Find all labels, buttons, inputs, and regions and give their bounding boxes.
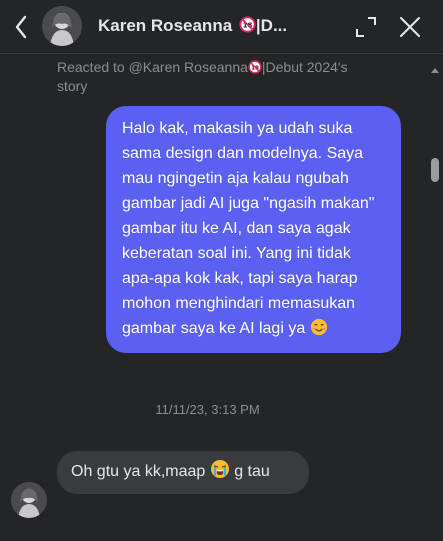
expand-button[interactable] bbox=[353, 14, 379, 40]
message-thread[interactable]: Reacted to @Karen Roseanna 18 |Debut 202… bbox=[0, 54, 443, 541]
message-timestamp: 11/11/23, 3:13 PM bbox=[155, 402, 260, 417]
reaction-note-prefix: Reacted to @Karen Roseanna bbox=[57, 59, 248, 75]
incoming-message-text-part1: Oh gtu ya kk,maap bbox=[71, 463, 206, 480]
contact-name[interactable]: Karen Roseanna 18 |D... bbox=[98, 16, 318, 36]
story-reaction-note: Reacted to @Karen Roseanna 18 |Debut 202… bbox=[57, 58, 377, 96]
sender-avatar[interactable] bbox=[11, 482, 47, 518]
contact-avatar[interactable] bbox=[42, 6, 82, 46]
no-under-18-icon: 18 bbox=[239, 16, 256, 33]
chat-header: Karen Roseanna 18 |D... bbox=[0, 0, 443, 54]
scrollbar-thumb[interactable] bbox=[431, 158, 439, 182]
close-button[interactable] bbox=[397, 14, 423, 40]
chevron-left-icon bbox=[15, 15, 27, 39]
outgoing-message-bubble[interactable]: Halo kak, makasih ya udah suka sama desi… bbox=[106, 106, 401, 353]
incoming-message-text-part2: g tau bbox=[234, 463, 270, 480]
no-under-18-icon: 18 bbox=[248, 60, 262, 74]
back-button[interactable] bbox=[8, 12, 34, 42]
crying-face-icon bbox=[210, 460, 229, 478]
incoming-message-bubble[interactable]: Oh gtu ya kk,maap g tau bbox=[57, 451, 309, 494]
outgoing-message-text: Halo kak, makasih ya udah suka sama desi… bbox=[122, 120, 375, 337]
scroll-up-arrow-icon[interactable] bbox=[431, 68, 439, 73]
expand-icon bbox=[356, 17, 376, 37]
smiling-face-icon bbox=[310, 318, 327, 336]
contact-name-suffix: |D... bbox=[255, 16, 288, 35]
close-icon bbox=[400, 17, 420, 37]
scrollbar[interactable] bbox=[429, 54, 443, 541]
contact-name-text: Karen Roseanna bbox=[98, 16, 233, 35]
